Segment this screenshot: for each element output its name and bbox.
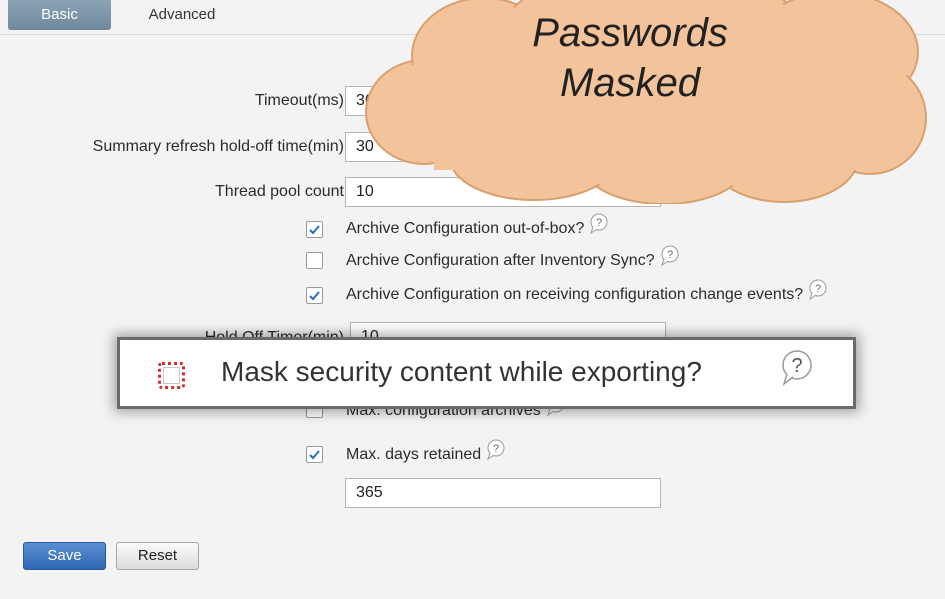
help-icon[interactable]: ?	[659, 245, 679, 267]
help-icon[interactable]: ?	[485, 439, 505, 461]
svg-text:?: ?	[596, 217, 602, 229]
svg-text:?: ?	[791, 355, 802, 377]
archive-oob-label: Archive Configuration out-of-box?	[346, 220, 585, 237]
max-days-label: Max. days retained	[346, 446, 482, 463]
archive-inventory-row: Archive Configuration after Inventory Sy…	[346, 245, 679, 271]
archive-inventory-checkbox[interactable]	[306, 252, 323, 269]
help-icon[interactable]: ?	[807, 279, 827, 301]
timeout-label: Timeout(ms)	[254, 92, 344, 109]
cloud-line-1: Passwords	[532, 11, 728, 55]
archive-inventory-label: Archive Configuration after Inventory Sy…	[346, 252, 655, 269]
tab-basic[interactable]: Basic	[8, 0, 111, 30]
max-days-row: Max. days retained?	[346, 439, 505, 465]
max-days-checkbox[interactable]	[306, 446, 323, 463]
archive-oob-row: Archive Configuration out-of-box??	[346, 213, 608, 239]
svg-text:?: ?	[667, 249, 673, 261]
cloud-annotation-text: Passwords Masked	[480, 8, 780, 108]
summary-refresh-label: Summary refresh hold-off time(min)	[92, 138, 344, 155]
archive-events-row: Archive Configuration on receiving confi…	[346, 279, 827, 305]
archive-events-label: Archive Configuration on receiving confi…	[346, 286, 804, 303]
thread-pool-label: Thread pool count	[215, 183, 344, 200]
mask-security-callout: Mask security content while exporting? ?	[120, 340, 853, 406]
cloud-line-2: Masked	[559, 61, 701, 105]
checkmark-icon	[309, 225, 320, 235]
reset-button[interactable]: Reset	[116, 542, 199, 570]
help-icon[interactable]: ?	[588, 213, 608, 235]
archive-events-checkbox[interactable]	[306, 287, 323, 304]
checkmark-icon	[309, 450, 320, 460]
checkmark-icon	[309, 291, 320, 301]
svg-text:?: ?	[493, 443, 499, 455]
archive-oob-checkbox[interactable]	[306, 221, 323, 238]
max-days-input[interactable]: 365	[345, 478, 661, 508]
svg-text:?: ?	[815, 283, 821, 295]
tab-advanced[interactable]: Advanced	[132, 0, 232, 30]
help-icon[interactable]: ?	[778, 348, 818, 393]
save-button[interactable]: Save	[23, 542, 106, 570]
mask-security-label: Mask security content while exporting?	[221, 356, 702, 387]
mask-security-checkbox[interactable]	[158, 362, 185, 389]
